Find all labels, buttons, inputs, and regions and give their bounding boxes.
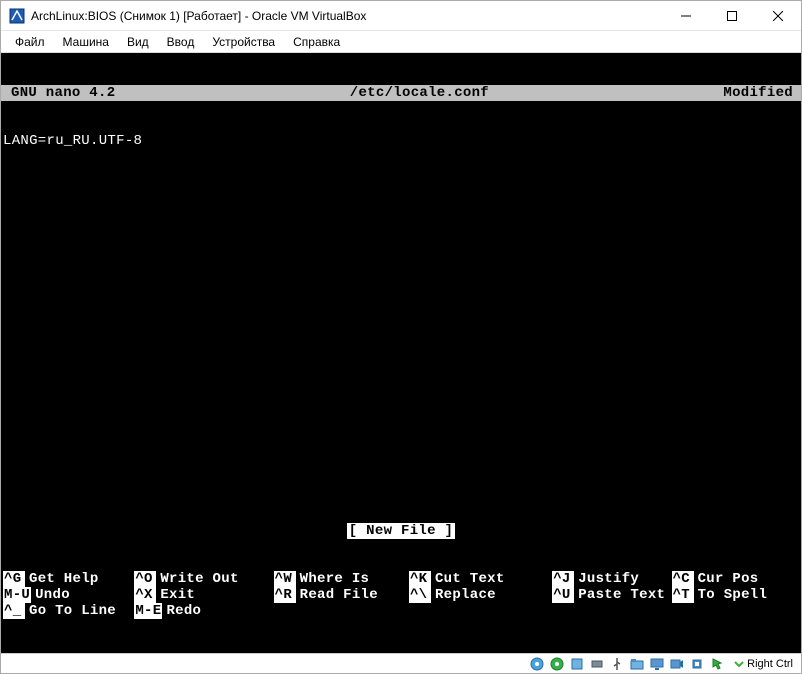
menu-help[interactable]: Справка — [285, 33, 348, 51]
cmd-go-to-line: ^_Go To Line — [3, 603, 134, 619]
cmd-exit: ^XExit — [134, 587, 273, 603]
shared-folders-icon[interactable] — [629, 656, 645, 672]
nano-line-1: LANG=ru_RU.UTF-8 — [3, 133, 142, 149]
host-key-label: Right Ctrl — [747, 658, 793, 670]
menu-devices[interactable]: Устройства — [204, 33, 283, 51]
cmd-cur-pos: ^CCur Pos — [672, 571, 799, 587]
optical-icon[interactable] — [549, 656, 565, 672]
cmd-paste-text: ^UPaste Text — [552, 587, 671, 603]
cmd-justify: ^JJustify — [552, 571, 671, 587]
nano-header: GNU nano 4.2 /etc/locale.conf Modified — [1, 85, 801, 101]
cmd-cut-text: ^KCut Text — [409, 571, 552, 587]
nano-version: GNU nano 4.2 — [5, 85, 115, 101]
mouse-integration-icon[interactable] — [709, 656, 725, 672]
window-titlebar: ArchLinux:BIOS (Снимок 1) [Работает] - O… — [1, 1, 801, 31]
nano-footer: [ New File ] ^GGet Help ^OWrite Out ^WWh… — [1, 491, 801, 653]
vbox-statusbar: Right Ctrl — [1, 653, 801, 673]
cmd-get-help: ^GGet Help — [3, 571, 134, 587]
menu-input[interactable]: Ввод — [159, 33, 203, 51]
menu-file[interactable]: Файл — [7, 33, 53, 51]
display-icon[interactable] — [649, 656, 665, 672]
window-title: ArchLinux:BIOS (Снимок 1) [Работает] - O… — [31, 9, 663, 23]
usb-icon[interactable] — [609, 656, 625, 672]
maximize-button[interactable] — [709, 1, 755, 31]
cmd-write-out: ^OWrite Out — [134, 571, 273, 587]
audio-icon[interactable] — [569, 656, 585, 672]
cmd-read-file: ^RRead File — [274, 587, 409, 603]
keyboard-down-icon — [733, 658, 745, 670]
menu-view[interactable]: Вид — [119, 33, 157, 51]
guest-terminal[interactable]: GNU nano 4.2 /etc/locale.conf Modified L… — [1, 53, 801, 653]
cmd-where-is: ^WWhere Is — [274, 571, 409, 587]
cmd-to-spell: ^TTo Spell — [672, 587, 799, 603]
cmd-replace: ^\Replace — [409, 587, 552, 603]
nano-modified: Modified — [723, 85, 797, 101]
network-icon[interactable] — [589, 656, 605, 672]
cpu-icon[interactable] — [689, 656, 705, 672]
window-controls — [663, 1, 801, 31]
virtualbox-icon — [9, 8, 25, 24]
recording-icon[interactable] — [669, 656, 685, 672]
close-button[interactable] — [755, 1, 801, 31]
cmd-redo: M-ERedo — [134, 603, 273, 619]
hdd-icon[interactable] — [529, 656, 545, 672]
host-key-indicator[interactable]: Right Ctrl — [729, 658, 797, 670]
menubar: Файл Машина Вид Ввод Устройства Справка — [1, 31, 801, 53]
nano-buffer[interactable]: LANG=ru_RU.UTF-8 — [1, 133, 801, 149]
nano-shortcuts: ^GGet Help ^OWrite Out ^WWhere Is ^KCut … — [1, 571, 801, 621]
menu-machine[interactable]: Машина — [55, 33, 117, 51]
nano-status: [ New File ] — [1, 523, 801, 539]
minimize-button[interactable] — [663, 1, 709, 31]
cmd-undo: M-UUndo — [3, 587, 134, 603]
nano-filename: /etc/locale.conf — [115, 85, 723, 101]
